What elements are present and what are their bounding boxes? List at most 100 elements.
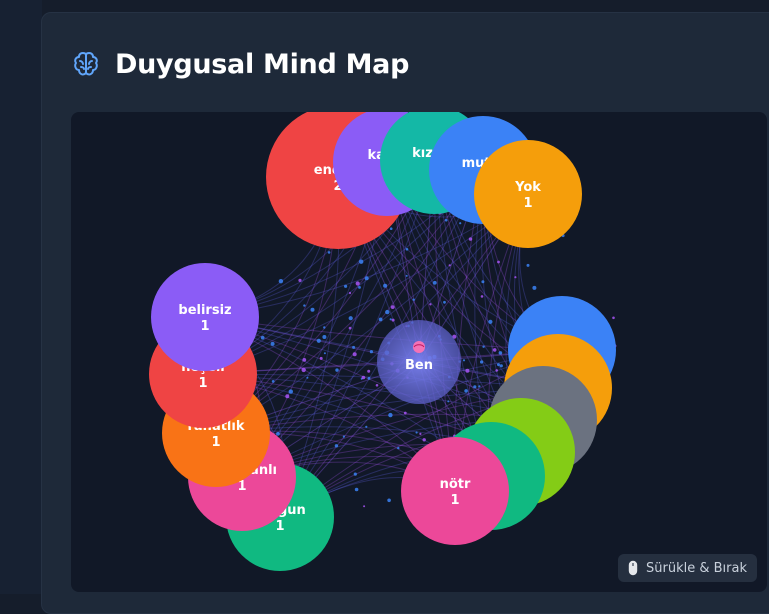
particle-dot [612, 316, 615, 320]
emotion-node-count: 1 [523, 196, 532, 211]
emotion-node-count: 1 [198, 376, 207, 391]
particle-dot [514, 276, 517, 279]
particle-dot [363, 505, 366, 508]
particle-dot [415, 431, 418, 434]
particle-dot [323, 352, 326, 355]
particle-dot [390, 305, 395, 309]
particle-dot [334, 444, 339, 448]
particle-dot [444, 218, 448, 222]
particle-dot [405, 274, 408, 277]
particle-dot [303, 304, 306, 307]
particle-dot [361, 375, 366, 380]
particle-dot [302, 358, 307, 362]
center-node[interactable]: Ben [377, 320, 461, 404]
particle-dot [316, 338, 321, 343]
particle-dot [497, 363, 500, 367]
particle-dot [389, 318, 392, 321]
page-title: Duygusal Mind Map [115, 48, 410, 80]
particle-dot [319, 356, 323, 360]
particle-dot [352, 352, 357, 357]
mind-map-graph[interactable]: Ben endişe2karar1kızgın1mutlu1Yok1nötr1y… [71, 112, 767, 592]
particle-dot [448, 264, 451, 267]
particle-dot [498, 351, 503, 355]
particle-dot [429, 303, 432, 306]
particle-dot [492, 348, 497, 352]
particle-dot [405, 248, 409, 251]
particle-dot [447, 400, 450, 403]
emotion-node[interactable]: Yok1 [474, 140, 582, 248]
particle-dot [387, 498, 391, 503]
particle-dot [378, 317, 383, 322]
particle-dot [352, 345, 356, 349]
mind-map-canvas[interactable]: Ben endişe2karar1kızgın1mutlu1Yok1nötr1y… [71, 112, 767, 592]
particle-dot [480, 360, 484, 364]
particle-dot [323, 326, 326, 329]
particle-dot [278, 279, 284, 284]
card-header: Duygusal Mind Map [71, 44, 409, 84]
particle-dot [348, 291, 352, 295]
emotion-node-count: 1 [200, 319, 209, 334]
emotion-node-label: Yok [514, 180, 541, 195]
emotion-node-label: nötr [440, 477, 471, 492]
particle-dot [389, 227, 393, 230]
particle-dot [495, 369, 499, 372]
particle-dot [301, 367, 306, 373]
particle-dot [464, 389, 468, 393]
particle-dot [348, 326, 352, 330]
particle-dot [288, 389, 293, 394]
drag-drop-hint: Sürükle & Bırak [618, 554, 757, 582]
particle-dot [367, 376, 371, 380]
particle-dot [344, 284, 348, 288]
particle-dot [388, 412, 393, 418]
particle-dot [310, 307, 315, 312]
particle-dot [482, 345, 485, 348]
particle-dot [497, 260, 500, 264]
particle-dot [276, 431, 280, 436]
particle-dot [358, 286, 361, 289]
particle-dot [465, 368, 470, 373]
particle-dot [480, 295, 484, 298]
particle-dot [383, 283, 388, 288]
particle-dot [481, 280, 485, 284]
emotion-node-count: 1 [450, 493, 459, 508]
emotion-node-count: 1 [211, 435, 220, 450]
particle-dot [422, 438, 426, 442]
particle-dot [335, 368, 339, 372]
particle-dot [412, 298, 415, 301]
particle-dot [443, 300, 446, 304]
emotion-node-count: 1 [275, 519, 284, 534]
emotion-node-label: belirsiz [178, 303, 231, 318]
particle-dot [342, 435, 345, 438]
emotion-node[interactable]: belirsiz1 [151, 263, 259, 371]
particle-dot [532, 285, 537, 290]
particle-dot [353, 472, 357, 476]
particle-dot [391, 318, 395, 322]
hint-label: Sürükle & Bırak [646, 560, 747, 576]
particle-dot [354, 487, 359, 492]
particle-dot [488, 319, 493, 324]
particle-dot [385, 309, 390, 315]
particle-dot [285, 394, 290, 399]
particle-dot [526, 263, 530, 267]
particle-dot [499, 364, 503, 368]
particle-dot [359, 259, 364, 264]
brain-icon [74, 52, 98, 76]
particle-dot [459, 222, 462, 225]
particle-dot [478, 385, 481, 388]
particle-dot [270, 341, 275, 346]
particle-dot [306, 376, 309, 379]
particle-dot [419, 432, 422, 435]
emotion-node[interactable]: nötr1 [401, 437, 509, 545]
brain-icon [413, 341, 425, 353]
mouse-icon [628, 560, 638, 576]
particle-dot [365, 425, 368, 428]
particle-dot [462, 359, 466, 362]
particle-dot [271, 380, 275, 383]
particle-dot [355, 281, 360, 286]
particle-dot [367, 369, 371, 373]
particle-dot [397, 446, 400, 450]
center-node-label: Ben [405, 358, 433, 373]
particle-dot [369, 350, 373, 354]
particle-dot [322, 335, 327, 339]
particle-dot [327, 251, 331, 254]
